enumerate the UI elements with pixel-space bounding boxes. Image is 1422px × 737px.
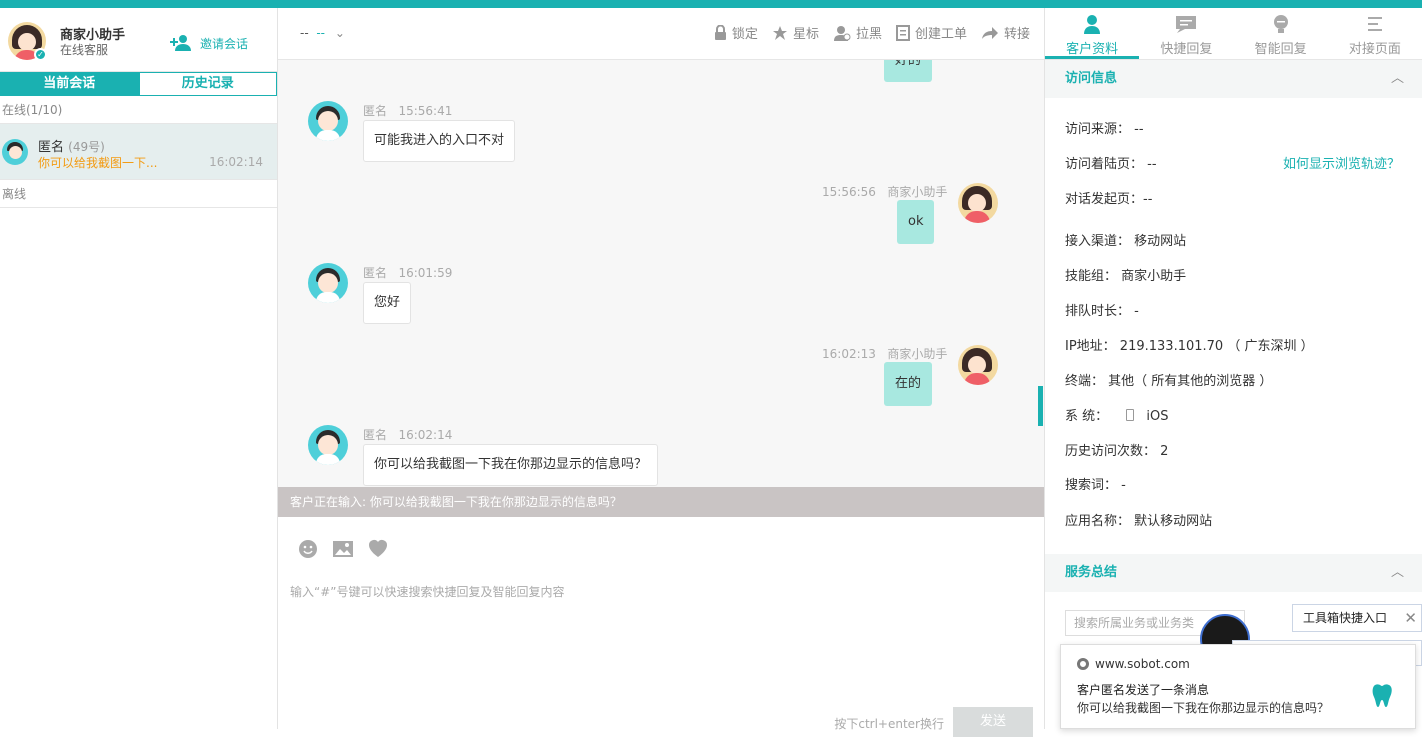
quick-reply-icon — [1176, 16, 1197, 33]
tab-current-sessions[interactable]: 当前会话 — [0, 72, 139, 96]
chat-toolbar: 锁定 星标 拉黑 创建工单 转接 — [714, 23, 1030, 42]
send-button[interactable]: 发送 — [953, 707, 1033, 737]
close-icon[interactable]: ✕ — [1404, 605, 1417, 631]
satisfaction-heart-icon[interactable] — [368, 539, 390, 559]
conversation-preview: 你可以给我截图一下... — [38, 156, 158, 170]
transfer-button[interactable]: 转接 — [981, 23, 1030, 42]
agent-avatar — [958, 183, 998, 223]
mobile-icon — [1126, 409, 1135, 421]
invite-label: 邀请会话 — [200, 36, 249, 51]
message-list: 好的 匿名 15:56:41 可能我进入的入口不对 15:56:56 商家小助手… — [278, 60, 1044, 488]
star-icon — [772, 25, 787, 40]
tab-quick-reply[interactable]: 快捷回复 — [1139, 8, 1233, 59]
message-meta: 15:56:56 商家小助手 — [822, 185, 948, 199]
info-row-landing: 访问着陆页： -- — [1065, 157, 1157, 172]
create-ticket-button[interactable]: 创建工单 — [895, 23, 967, 42]
chat-header: -- -- ⌄ 锁定 星标 拉黑 创建工单 转接 — [278, 8, 1044, 60]
chevron-down-icon: ⌄ — [334, 26, 345, 40]
ticket-icon — [895, 24, 910, 41]
message-bubble: 好的 — [884, 60, 933, 82]
block-user-icon — [833, 25, 851, 41]
conversation-item[interactable]: 匿名 (49号) 你可以给我截图一下... 16:02:14 — [0, 124, 277, 180]
desktop-notification[interactable]: www.sobot.com 客户匿名发送了一条消息 你可以给我截图一下我在你那边… — [1060, 644, 1416, 729]
agent-status: 在线客服 — [60, 43, 109, 57]
message-meta: 匿名 16:01:59 — [363, 266, 453, 280]
info-row-source: 访问来源： -- — [1065, 122, 1144, 137]
block-button[interactable]: 拉黑 — [833, 23, 882, 42]
message-input[interactable]: 输入“#”号键可以快速搜索快捷回复及智能回复内容 — [290, 583, 565, 600]
notification-title: 客户匿名发送了一条消息 — [1077, 683, 1210, 697]
transfer-arrow-icon — [981, 26, 998, 39]
chat-panel: -- -- ⌄ 锁定 星标 拉黑 创建工单 转接 好的 匿名 15:56:41 … — [278, 8, 1044, 737]
info-row-ip: IP地址： 219.133.101.70 （ 广东深圳 ） — [1065, 339, 1314, 354]
info-row-app-name: 应用名称： 默认移动网站 — [1065, 514, 1213, 529]
message-bubble: ok — [897, 200, 935, 244]
info-row-os: 系 统： iOS — [1065, 409, 1169, 424]
top-accent-bar — [0, 0, 1422, 8]
chrome-icon — [1077, 658, 1089, 670]
image-icon[interactable] — [332, 539, 354, 559]
notification-site: www.sobot.com — [1077, 657, 1190, 671]
agent-header: ✓ 商家小助手 在线客服 邀请会话 — [0, 8, 277, 72]
conversation-number: (49号) — [68, 140, 105, 154]
online-check-icon: ✓ — [34, 48, 47, 61]
newline-hint: 按下ctrl+enter换行 — [834, 717, 944, 731]
lightbulb-icon — [1273, 15, 1288, 33]
message-bubble: 在的 — [884, 362, 933, 406]
session-selector[interactable]: -- -- ⌄ — [300, 26, 345, 40]
add-user-icon — [170, 35, 191, 51]
message-editor: 输入“#”号键可以快速搜索快捷回复及智能回复内容 按下ctrl+enter换行 … — [278, 517, 1044, 737]
star-button[interactable]: 星标 — [772, 23, 819, 42]
agent-avatar — [958, 345, 998, 385]
notification-body: 你可以给我截图一下我在你那边显示的信息吗？ — [1077, 701, 1330, 715]
info-row-queue-time: 排队时长： - — [1065, 304, 1139, 319]
editor-toolbar — [298, 539, 390, 559]
info-row-channel: 接入渠道： 移动网站 — [1065, 234, 1187, 249]
message-meta: 匿名 16:02:14 — [363, 428, 453, 442]
tab-smart-reply[interactable]: 智能回复 — [1234, 8, 1328, 59]
info-row-search-term: 搜索词： - — [1065, 478, 1126, 493]
info-row-skill-group: 技能组： 商家小助手 — [1065, 269, 1187, 284]
tab-integration-page[interactable]: 对接页面 — [1328, 8, 1422, 59]
collapse-icon: ︿ — [1390, 565, 1404, 580]
message-bubble: 可能我进入的入口不对 — [363, 120, 516, 162]
conversation-time: 16:02:14 — [209, 155, 263, 169]
visitor-avatar — [308, 425, 348, 465]
collapse-icon: ︿ — [1390, 71, 1404, 86]
conversation-panel: ✓ 商家小助手 在线客服 邀请会话 当前会话 历史记录 在线(1/10) 匿名 … — [0, 8, 278, 729]
typing-status: 客户正在输入: 你可以给我截图一下我在你那边显示的信息吗？ — [278, 487, 1044, 517]
session-tabs: 当前会话 历史记录 — [0, 72, 277, 96]
tab-customer-info[interactable]: 客户资料 — [1045, 8, 1140, 59]
scrollbar-thumb[interactable] — [1038, 386, 1043, 426]
invite-session-button[interactable]: 邀请会话 — [170, 34, 248, 52]
info-row-visit-count: 历史访问次数： 2 — [1065, 444, 1169, 459]
message-meta: 16:02:13 商家小助手 — [822, 347, 948, 361]
menu-lines-icon — [1367, 17, 1382, 31]
browse-track-link[interactable]: 如何显示浏览轨迹？ — [1283, 153, 1400, 172]
conversation-name: 匿名 (49号) — [38, 140, 105, 155]
offline-section-label[interactable]: 离线 — [0, 180, 277, 208]
info-row-initiated: 对话发起页：-- — [1065, 192, 1153, 207]
user-icon — [1084, 15, 1101, 34]
lock-icon — [714, 24, 726, 40]
tooth-icon — [1372, 684, 1392, 707]
emoji-icon[interactable] — [298, 539, 318, 559]
message-bubble: 你可以给我截图一下我在你那边显示的信息吗？ — [363, 444, 659, 486]
visitor-avatar — [308, 101, 348, 141]
tab-history[interactable]: 历史记录 — [138, 72, 277, 96]
message-meta: 匿名 15:56:41 — [363, 104, 453, 118]
visitor-avatar — [2, 139, 28, 165]
visitor-avatar — [308, 263, 348, 303]
lock-button[interactable]: 锁定 — [714, 23, 758, 42]
online-section-label[interactable]: 在线(1/10) — [0, 96, 277, 124]
toolbox-tooltip: 工具箱快捷入口 ✕ — [1292, 604, 1422, 632]
right-tabs: 客户资料 快捷回复 智能回复 对接页面 — [1045, 8, 1422, 60]
info-row-terminal: 终端： 其他（ 所有其他的浏览器 ） — [1065, 374, 1273, 389]
service-summary-header[interactable]: 服务总结 ︿ — [1045, 554, 1422, 592]
visit-info-header[interactable]: 访问信息 ︿ — [1045, 60, 1422, 98]
message-bubble: 您好 — [363, 282, 412, 324]
